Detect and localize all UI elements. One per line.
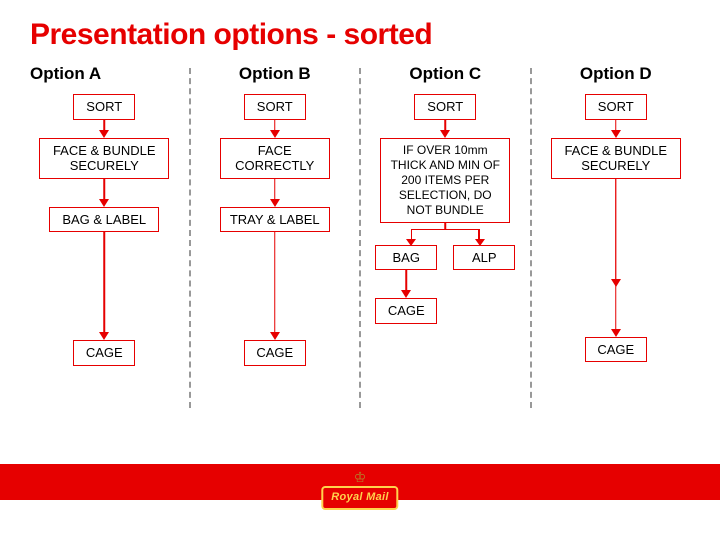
option-d-column: Option D SORT FACE & BUNDLE SECURELY CAG… — [532, 64, 701, 408]
option-c-sort-box: SORT — [414, 94, 476, 120]
option-d-head: Option D — [580, 64, 652, 84]
option-c-cage-box: CAGE — [375, 298, 437, 324]
option-d-step1-box: FACE & BUNDLE SECURELY — [551, 138, 681, 179]
split-arrow-icon — [367, 223, 524, 245]
option-c-alp-box: ALP — [453, 245, 515, 271]
option-a-step1-box: FACE & BUNDLE SECURELY — [39, 138, 169, 179]
option-b-cage-box: CAGE — [244, 340, 306, 366]
royal-mail-logo-text: Royal Mail — [321, 486, 398, 510]
option-c-column: Option C SORT IF OVER 10mm THICK AND MIN… — [361, 64, 530, 408]
option-d-sort-box: SORT — [585, 94, 647, 120]
footer: ♔ Royal Mail — [0, 464, 720, 540]
option-a-column: Option A SORT FACE & BUNDLE SECURELY BAG… — [20, 64, 189, 408]
option-b-head: Option B — [239, 64, 311, 84]
option-c-rule-box: IF OVER 10mm THICK AND MIN OF 200 ITEMS … — [380, 138, 510, 223]
option-c-head: Option C — [409, 64, 481, 84]
option-b-column: Option B SORT FACE CORRECTLY TRAY & LABE… — [191, 64, 360, 408]
royal-mail-logo: ♔ Royal Mail — [321, 470, 398, 510]
option-c-bag-box: BAG — [375, 245, 437, 271]
option-b-step1-box: FACE CORRECTLY — [220, 138, 330, 179]
option-a-sort-box: SORT — [73, 94, 135, 120]
option-d-cage-box: CAGE — [585, 337, 647, 363]
crown-icon: ♔ — [354, 470, 367, 484]
option-b-step2-box: TRAY & LABEL — [220, 207, 330, 233]
option-a-cage-box: CAGE — [73, 340, 135, 366]
option-c-branch-row: BAG CAGE ALP — [367, 245, 524, 324]
option-a-head: Option A — [26, 64, 101, 84]
slide-title: Presentation options - sorted — [0, 0, 720, 64]
option-b-sort-box: SORT — [244, 94, 306, 120]
option-a-step2-box: BAG & LABEL — [49, 207, 159, 233]
options-row: Option A SORT FACE & BUNDLE SECURELY BAG… — [0, 64, 720, 408]
